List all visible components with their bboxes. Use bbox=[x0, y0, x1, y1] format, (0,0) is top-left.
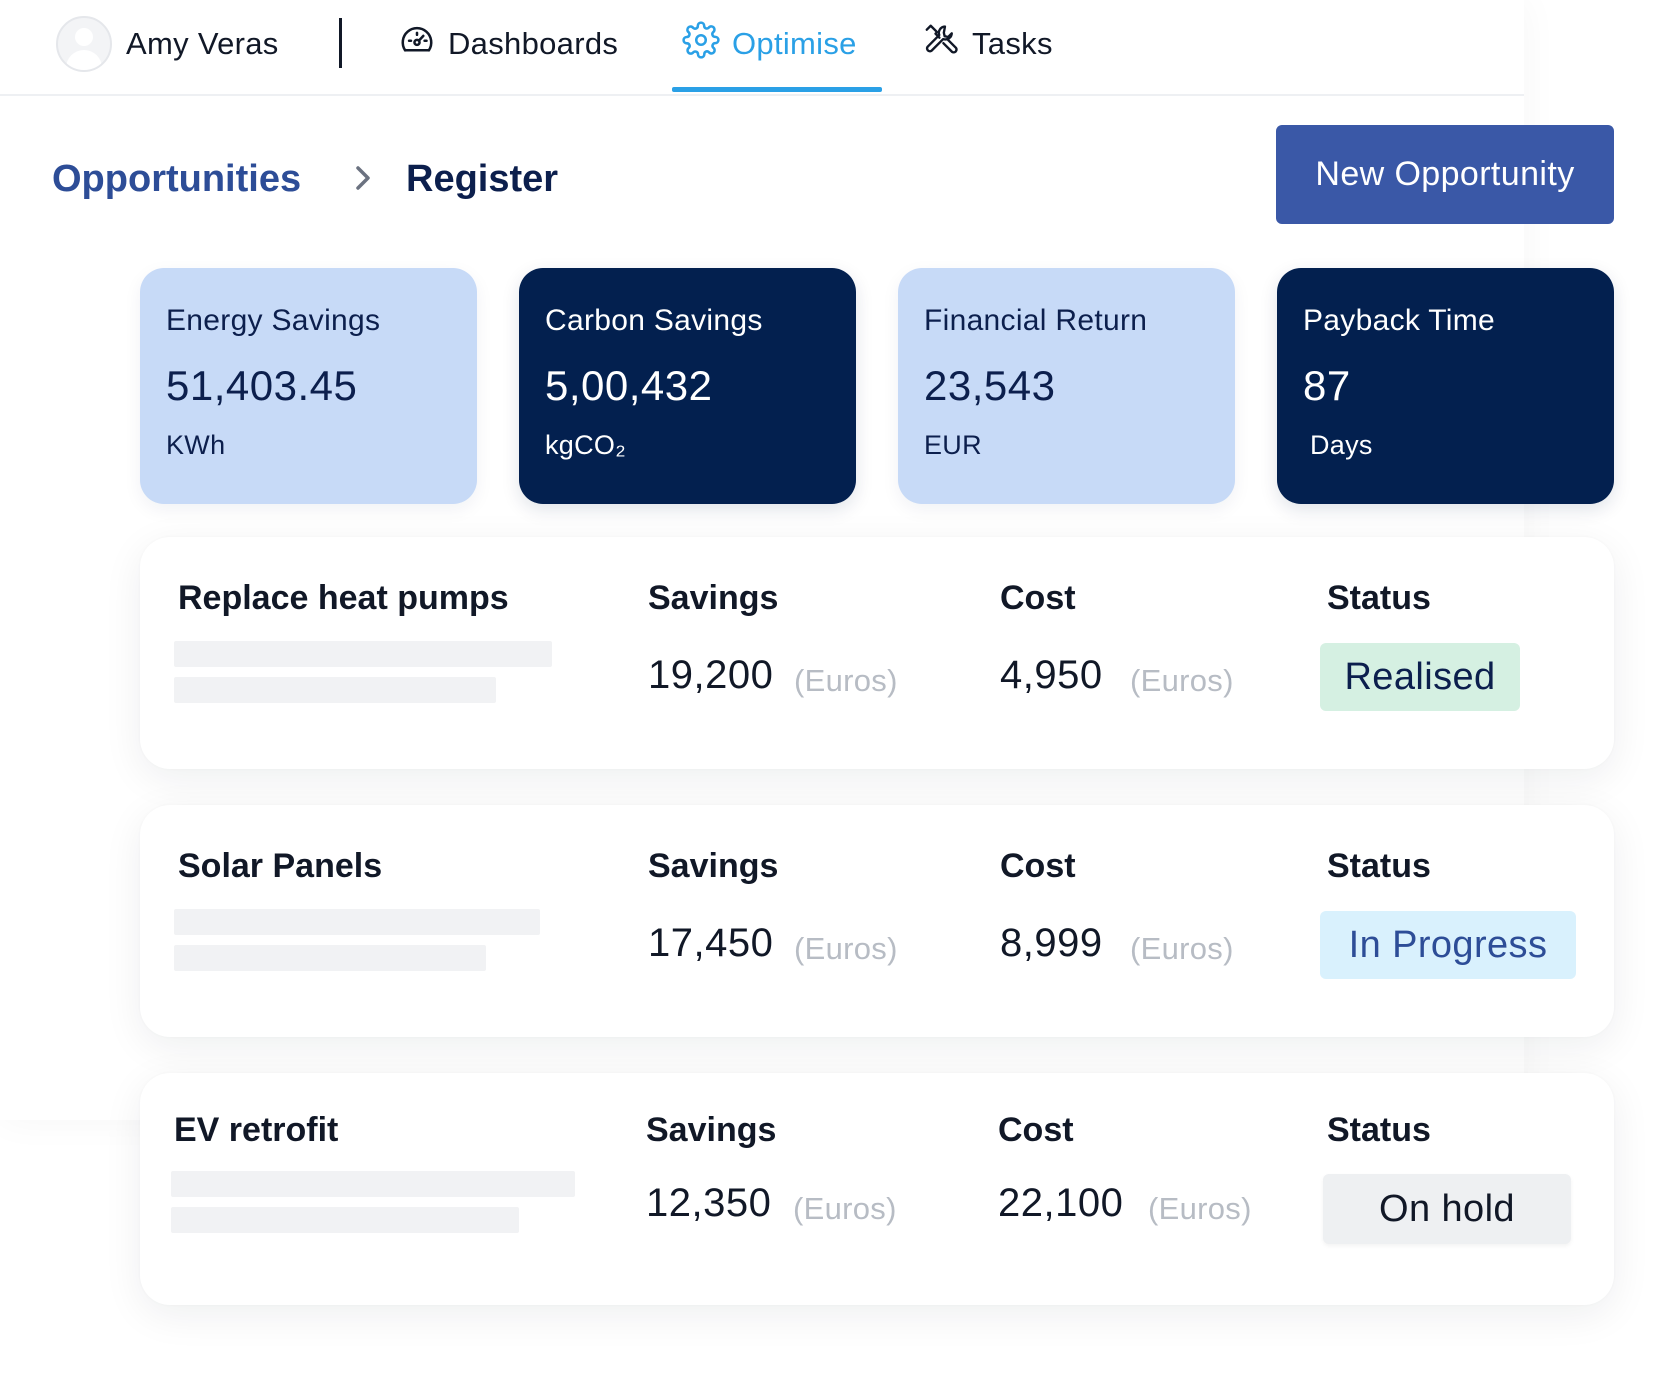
metric-label: Carbon Savings bbox=[545, 304, 763, 337]
metric-unit: KWh bbox=[166, 430, 226, 460]
savings-value: 17,450 bbox=[648, 921, 774, 965]
opportunity-card-ev-retrofit[interactable]: EV retrofit Savings 12,350 (Euros) Cost … bbox=[140, 1073, 1614, 1305]
nav-item-tasks[interactable]: Tasks bbox=[922, 14, 1053, 74]
user-name[interactable]: Amy Veras bbox=[126, 26, 279, 62]
placeholder-line bbox=[174, 945, 486, 971]
metric-card-energy-savings: Energy Savings 51,403.45 KWh bbox=[140, 268, 477, 504]
active-tab-indicator bbox=[672, 87, 882, 92]
placeholder-line bbox=[171, 1171, 575, 1197]
placeholder-line bbox=[174, 909, 540, 935]
cost-unit: (Euros) bbox=[1130, 931, 1234, 966]
status-header: Status bbox=[1327, 1111, 1431, 1149]
placeholder-line bbox=[171, 1207, 519, 1233]
metric-value: 51,403.45 bbox=[166, 362, 358, 409]
status-header: Status bbox=[1327, 847, 1431, 885]
tools-icon bbox=[922, 21, 960, 67]
metric-unit: EUR bbox=[924, 430, 982, 460]
nav-label-optimise: Optimise bbox=[732, 26, 857, 61]
metric-card-carbon-savings: Carbon Savings 5,00,432 kgCO₂ bbox=[519, 268, 856, 504]
status-header: Status bbox=[1327, 579, 1431, 617]
cost-unit: (Euros) bbox=[1130, 663, 1234, 698]
top-nav: Amy Veras Dashboards Optimise Tasks bbox=[0, 0, 1524, 96]
metric-label: Energy Savings bbox=[166, 304, 381, 337]
opportunity-title: Replace heat pumps bbox=[178, 579, 509, 617]
opportunity-title: Solar Panels bbox=[178, 847, 383, 885]
gauge-icon bbox=[398, 21, 436, 67]
placeholder-line bbox=[174, 677, 496, 703]
gear-icon bbox=[682, 21, 720, 67]
metric-value: 23,543 bbox=[924, 362, 1056, 409]
nav-divider bbox=[339, 18, 342, 68]
cost-value: 8,999 bbox=[1000, 921, 1103, 965]
cost-value: 4,950 bbox=[1000, 653, 1103, 697]
savings-unit: (Euros) bbox=[794, 663, 898, 698]
cost-header: Cost bbox=[998, 1111, 1074, 1149]
cost-header: Cost bbox=[1000, 579, 1076, 617]
opportunity-card-solar-panels[interactable]: Solar Panels Savings 17,450 (Euros) Cost… bbox=[140, 805, 1614, 1037]
chevron-right-icon bbox=[348, 160, 378, 196]
cost-unit: (Euros) bbox=[1148, 1191, 1252, 1226]
cost-header: Cost bbox=[1000, 847, 1076, 885]
nav-label-tasks: Tasks bbox=[972, 26, 1053, 61]
cost-value: 22,100 bbox=[998, 1181, 1124, 1225]
savings-unit: (Euros) bbox=[793, 1191, 897, 1226]
avatar[interactable] bbox=[56, 16, 112, 72]
savings-header: Savings bbox=[648, 847, 779, 885]
status-badge[interactable]: On hold bbox=[1323, 1174, 1571, 1244]
metric-label: Financial Return bbox=[924, 304, 1148, 337]
nav-item-optimise[interactable]: Optimise bbox=[682, 14, 857, 74]
savings-unit: (Euros) bbox=[794, 931, 898, 966]
metric-value: 87 bbox=[1303, 362, 1351, 409]
new-opportunity-button[interactable]: New Opportunity bbox=[1276, 125, 1614, 224]
nav-item-dashboards[interactable]: Dashboards bbox=[398, 14, 618, 74]
opportunity-card-replace-heat-pumps[interactable]: Replace heat pumps Savings 19,200 (Euros… bbox=[140, 537, 1614, 769]
metric-card-payback-time: Payback Time 87 Days bbox=[1277, 268, 1614, 504]
opportunity-title: EV retrofit bbox=[174, 1111, 339, 1149]
metric-unit: kgCO₂ bbox=[545, 430, 626, 460]
placeholder-line bbox=[174, 641, 552, 667]
savings-value: 12,350 bbox=[646, 1181, 772, 1225]
savings-header: Savings bbox=[648, 579, 779, 617]
metric-label: Payback Time bbox=[1303, 304, 1496, 337]
status-badge[interactable]: In Progress bbox=[1320, 911, 1576, 979]
nav-label-dashboards: Dashboards bbox=[448, 26, 619, 61]
breadcrumb-register: Register bbox=[406, 158, 559, 200]
status-badge[interactable]: Realised bbox=[1320, 643, 1520, 711]
savings-value: 19,200 bbox=[648, 653, 774, 697]
breadcrumb-opportunities[interactable]: Opportunities bbox=[52, 158, 301, 201]
metric-card-financial-return: Financial Return 23,543 EUR bbox=[898, 268, 1235, 504]
savings-header: Savings bbox=[646, 1111, 777, 1149]
metric-value: 5,00,432 bbox=[545, 362, 713, 409]
metric-unit: Days bbox=[1310, 430, 1373, 460]
